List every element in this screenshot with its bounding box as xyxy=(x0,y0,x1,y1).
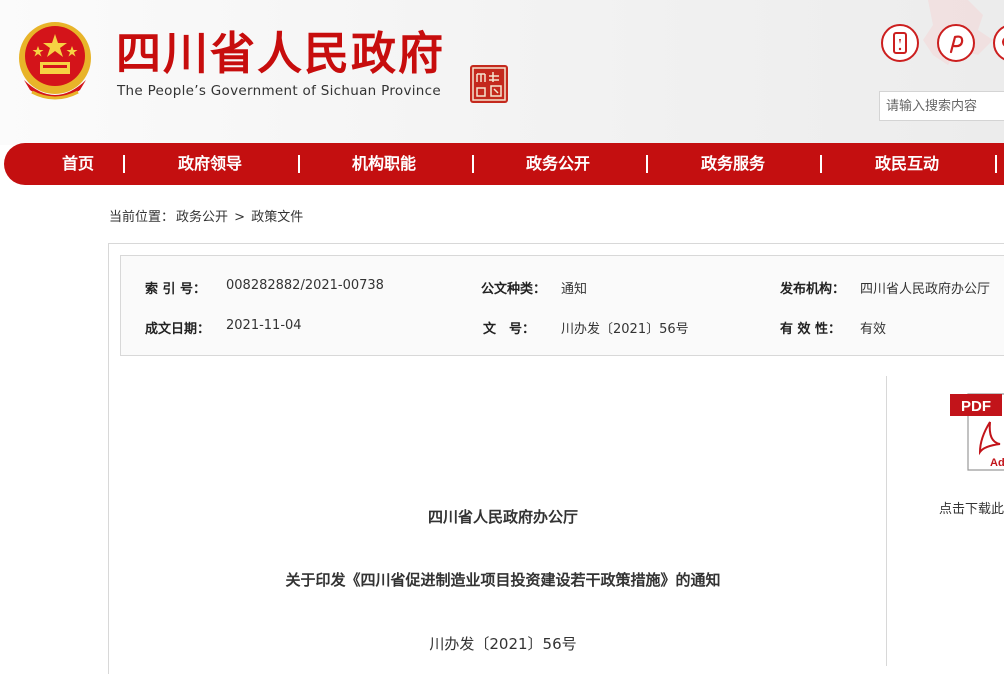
nav-separator xyxy=(646,155,648,173)
adobe-mark-text: Ad xyxy=(990,457,1004,469)
publisher-label: 发布机构： xyxy=(780,282,846,297)
sidebar-divider xyxy=(886,376,887,666)
pdf-download-icon[interactable]: PDF Ad xyxy=(950,390,1004,472)
breadcrumb-link-policy-files[interactable]: 政策文件 xyxy=(251,210,303,225)
document-issuer: 四川省人民政府办公厅 xyxy=(427,508,578,526)
document-title: 关于印发《四川省促进制造业项目投资建设若干政策措施》的通知 xyxy=(285,571,721,589)
doc-type-value: 通知 xyxy=(561,282,588,297)
search-box[interactable] xyxy=(879,91,1004,121)
nav-item-services[interactable]: 政务服务 xyxy=(701,143,765,185)
site-title[interactable]: 四川省人民政府 xyxy=(116,28,445,80)
main-nav: 首页 政府领导 机构职能 政务公开 政务服务 政民互动 xyxy=(4,143,1004,185)
validity-value: 有效 xyxy=(860,322,887,337)
document-number: 川办发〔2021〕56号 xyxy=(429,635,577,653)
mobile-icon[interactable] xyxy=(881,24,919,62)
publisher-value: 四川省人民政府办公厅 xyxy=(860,282,991,297)
breadcrumb: 当前位置： 政务公开 > 政策文件 xyxy=(109,206,305,225)
index-label: 索 引 号： xyxy=(145,282,207,297)
nav-separator xyxy=(472,155,474,173)
index-value: 008282882/2021-00738 xyxy=(226,278,384,293)
nav-item-home[interactable]: 首页 xyxy=(62,143,94,185)
document-meta-box: 索 引 号： 008282882/2021-00738 公文种类： 通知 发布机… xyxy=(120,255,1004,356)
site-subtitle: The People’s Government of Sichuan Provi… xyxy=(117,83,441,99)
site-header: 四川省人民政府 The People’s Government of Sichu… xyxy=(0,0,1004,145)
nav-separator xyxy=(123,155,125,173)
nav-item-public-affairs[interactable]: 政务公开 xyxy=(526,143,590,185)
pdf-badge-text: PDF xyxy=(961,398,991,415)
date-value: 2021-11-04 xyxy=(226,318,302,333)
nav-separator xyxy=(995,155,997,173)
doc-number-label: 文 号： xyxy=(483,322,536,337)
nav-item-leaders[interactable]: 政府领导 xyxy=(178,143,242,185)
breadcrumb-separator: > xyxy=(234,210,246,225)
pdf-download-link[interactable]: 点击下载此 xyxy=(939,498,1004,517)
nav-item-functions[interactable]: 机构职能 xyxy=(352,143,416,185)
doc-number-value: 川办发〔2021〕56号 xyxy=(561,322,689,337)
breadcrumb-prefix: 当前位置： xyxy=(109,210,175,225)
national-emblem-icon[interactable] xyxy=(14,20,96,106)
weibo-icon[interactable] xyxy=(937,24,975,62)
nav-separator xyxy=(298,155,300,173)
doc-type-label: 公文种类： xyxy=(481,282,547,297)
validity-label: 有 效 性： xyxy=(780,322,842,337)
nav-separator xyxy=(820,155,822,173)
search-input[interactable] xyxy=(880,92,1004,120)
breadcrumb-link-public-affairs[interactable]: 政务公开 xyxy=(176,210,228,225)
china-seal-icon xyxy=(470,65,508,103)
date-label: 成文日期： xyxy=(145,322,211,337)
nav-item-interaction[interactable]: 政民互动 xyxy=(875,143,939,185)
